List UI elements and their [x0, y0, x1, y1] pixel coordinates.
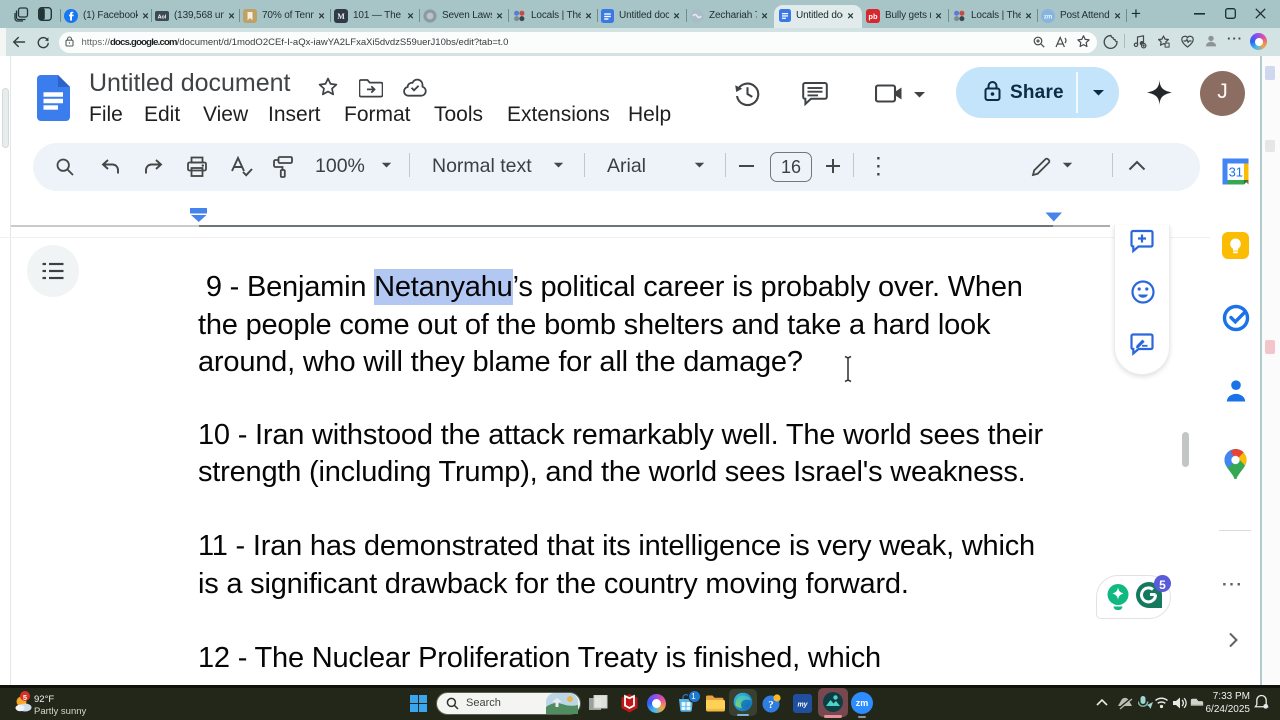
svg-text:Aol: Aol — [158, 14, 167, 20]
svg-text:M: M — [337, 12, 345, 21]
svg-text:?: ? — [768, 699, 774, 711]
svg-text:zm: zm — [1044, 14, 1052, 20]
svg-text:my: my — [797, 702, 808, 709]
svg-text:pb: pb — [868, 12, 878, 21]
svg-text:31: 31 — [1229, 165, 1243, 180]
